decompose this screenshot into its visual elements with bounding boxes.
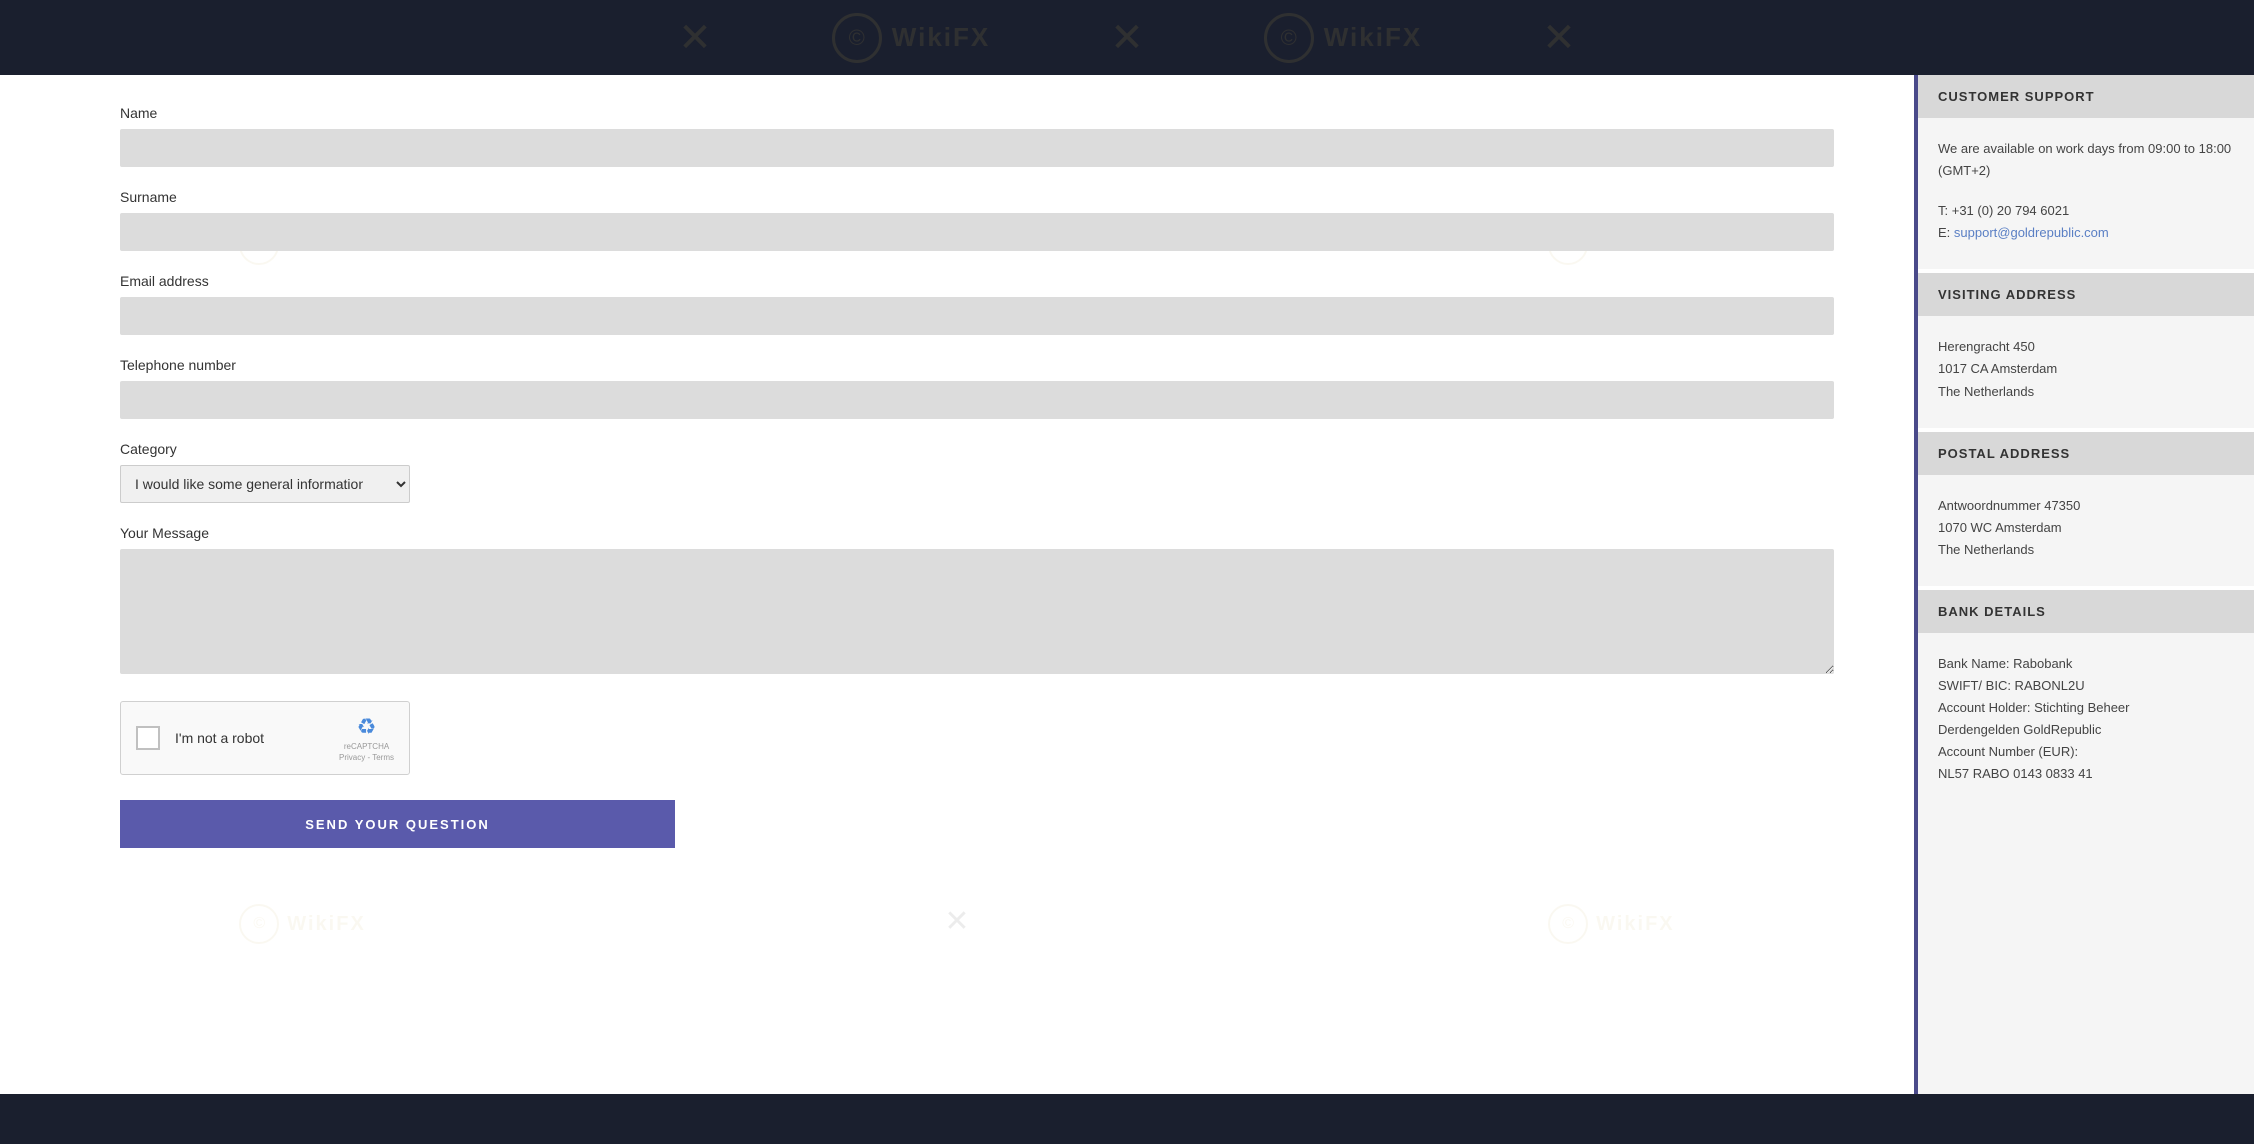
message-label: Your Message [120, 525, 1834, 541]
watermark-logo-1: © WikiFX [832, 13, 990, 63]
bank-name: Bank Name: Rabobank [1938, 653, 2234, 675]
bank-swift: SWIFT/ BIC: RABONL2U [1938, 675, 2234, 697]
visiting-address-header: VISITING ADDRESS [1918, 273, 2254, 316]
bank-details-header: BANK DETAILS [1918, 590, 2254, 633]
category-label: Category [120, 441, 1834, 457]
postal-address-header: POSTAL ADDRESS [1918, 432, 2254, 475]
category-group: Category I would like some general infor… [120, 441, 1834, 503]
postal-line3: The Netherlands [1938, 539, 2234, 561]
recaptcha-icon: ♻ [357, 714, 377, 740]
telephone-input[interactable] [120, 381, 1834, 419]
message-textarea[interactable] [120, 549, 1834, 674]
x-mark-1: ✕ [678, 15, 712, 61]
bank-company: Derdengelden GoldRepublic [1938, 719, 2234, 741]
x-mark-3: ✕ [1542, 15, 1576, 61]
email-link[interactable]: support@goldrepublic.com [1954, 225, 2109, 240]
recaptcha-sub2: Privacy - Terms [339, 753, 394, 762]
postal-line1: Antwoordnummer 47350 [1938, 495, 2234, 517]
watermark-logo-2: © WikiFX [1264, 13, 1422, 63]
right-panel: CUSTOMER SUPPORT We are available on wor… [1914, 75, 2254, 1094]
bank-account-holder: Account Holder: Stichting Beheer [1938, 697, 2234, 719]
email-label: Email address [120, 273, 1834, 289]
surname-input[interactable] [120, 213, 1834, 251]
bank-account-number-value: NL57 RABO 0143 0833 41 [1938, 763, 2234, 785]
postal-address-body: Antwoordnummer 47350 1070 WC Amsterdam T… [1918, 475, 2254, 586]
email-line: E: support@goldrepublic.com [1938, 222, 2234, 244]
recaptcha-label: I'm not a robot [175, 730, 324, 746]
recaptcha-checkbox[interactable] [136, 726, 160, 750]
category-select[interactable]: I would like some general information [120, 465, 410, 503]
telephone-group: Telephone number [120, 357, 1834, 419]
bottom-bar [0, 1094, 2254, 1144]
surname-group: Surname [120, 189, 1834, 251]
name-group: Name [120, 105, 1834, 167]
visiting-address-body: Herengracht 450 1017 CA Amsterdam The Ne… [1918, 316, 2254, 427]
email-label-cs: E: [1938, 225, 1954, 240]
email-group: Email address [120, 273, 1834, 335]
customer-support-body: We are available on work days from 09:00… [1918, 118, 2254, 269]
visiting-line2: 1017 CA Amsterdam [1938, 358, 2234, 380]
phone-label: T: [1938, 203, 1952, 218]
visiting-line1: Herengracht 450 [1938, 336, 2234, 358]
phone-value: +31 (0) 20 794 6021 [1952, 203, 2069, 218]
watermark-circle-1: © [832, 13, 882, 63]
customer-support-header: CUSTOMER SUPPORT [1918, 75, 2254, 118]
surname-label: Surname [120, 189, 1834, 205]
name-label: Name [120, 105, 1834, 121]
main-content: ©WikiFX ✕ ©WikiFX ✕ ©WikiFX ✕ ©WikiFX ✕ … [0, 75, 2254, 1094]
bank-details-body: Bank Name: Rabobank SWIFT/ BIC: RABONL2U… [1918, 633, 2254, 811]
watermark-text-2: WikiFX [1324, 22, 1422, 53]
contact-form: Name Surname Email address Telephone num… [120, 105, 1834, 848]
phone-line: T: +31 (0) 20 794 6021 [1938, 200, 2234, 222]
recaptcha-box[interactable]: I'm not a robot ♻ reCAPTCHA Privacy - Te… [120, 701, 410, 775]
top-bar: ✕ © WikiFX ✕ © WikiFX ✕ [0, 0, 2254, 75]
recaptcha-sub1: reCAPTCHA [344, 742, 389, 751]
top-watermark: ✕ © WikiFX ✕ © WikiFX ✕ [0, 0, 2254, 75]
visiting-line3: The Netherlands [1938, 381, 2234, 403]
watermark-text-1: WikiFX [892, 22, 990, 53]
watermark-circle-2: © [1264, 13, 1314, 63]
left-panel: ©WikiFX ✕ ©WikiFX ✕ ©WikiFX ✕ ©WikiFX ✕ … [0, 75, 1914, 1094]
x-mark-2: ✕ [1110, 15, 1144, 61]
recaptcha-logo: ♻ reCAPTCHA Privacy - Terms [339, 714, 394, 762]
name-input[interactable] [120, 129, 1834, 167]
postal-line2: 1070 WC Amsterdam [1938, 517, 2234, 539]
message-group: Your Message [120, 525, 1834, 679]
email-input[interactable] [120, 297, 1834, 335]
telephone-label: Telephone number [120, 357, 1834, 373]
submit-button[interactable]: SEND YOUR QUESTION [120, 800, 675, 848]
bank-account-number-label: Account Number (EUR): [1938, 741, 2234, 763]
availability-text: We are available on work days from 09:00… [1938, 138, 2234, 182]
